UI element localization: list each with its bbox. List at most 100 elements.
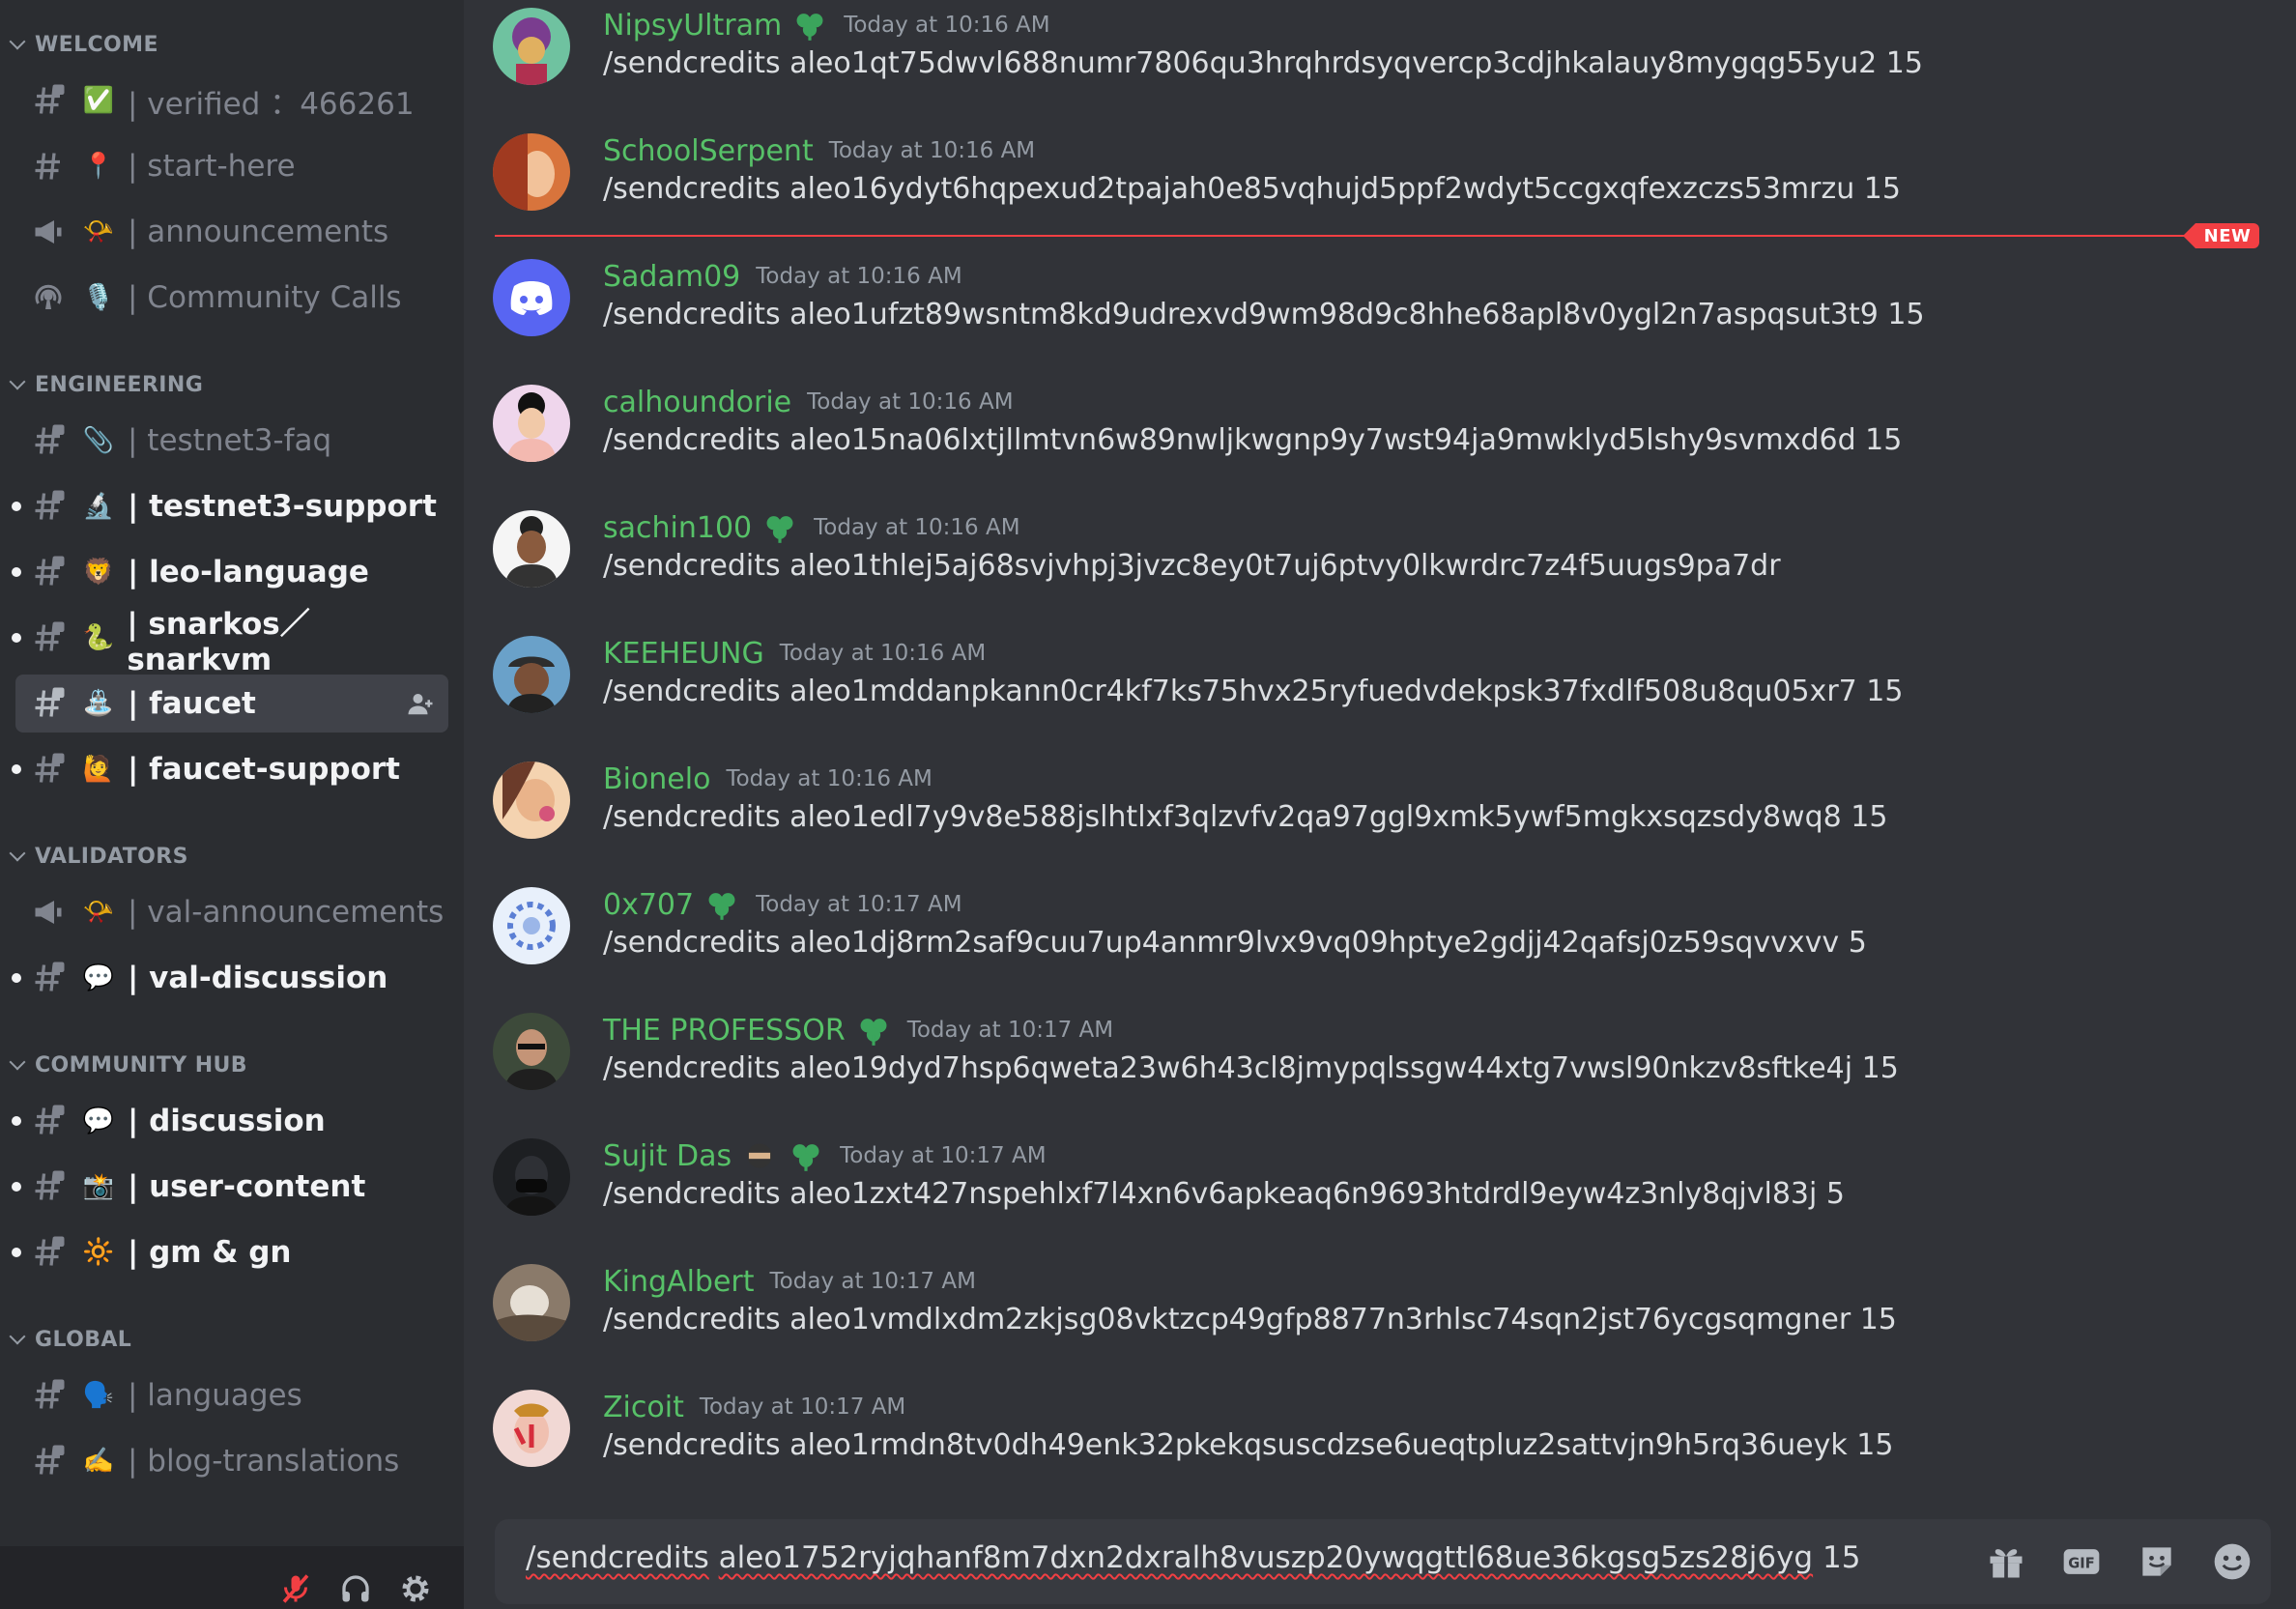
channel-label: | val-announcements <box>128 895 445 930</box>
unread-indicator <box>12 502 21 511</box>
username[interactable]: KEEHEUNG <box>603 637 764 671</box>
message-input[interactable]: /sendcredits aleo1752ryjqhanf8m7dxn2dxra… <box>526 1540 1860 1575</box>
composer-command: /sendcredits <box>526 1540 709 1575</box>
username[interactable]: Sadam09 <box>603 260 740 294</box>
channel-label: | testnet3-faq <box>128 423 332 458</box>
timestamp: Today at 10:16 AM <box>726 766 933 791</box>
channel-label: | discussion <box>128 1104 326 1138</box>
message: KingAlbert Today at 10:17 AM /sendcredits… <box>493 1256 2271 1376</box>
username[interactable]: sachin100 <box>603 511 752 545</box>
category-engineering[interactable]: ENGINEERING <box>9 365 203 404</box>
avatar[interactable] <box>493 1264 570 1341</box>
channel-leo-language[interactable]: 🦁 | leo-language <box>12 543 448 601</box>
user-panel <box>0 1546 464 1609</box>
category-global[interactable]: GLOBAL <box>9 1320 131 1359</box>
avatar[interactable] <box>493 8 570 85</box>
message-text: /sendcredits aleo1dj8rm2saf9cuu7up4anmr9… <box>603 926 1867 960</box>
avatar[interactable] <box>493 510 570 588</box>
avatar[interactable] <box>493 1138 570 1216</box>
chevron-down-icon <box>9 33 26 50</box>
channel-user-content[interactable]: 📸 | user-content <box>12 1158 448 1216</box>
channel-verified[interactable]: ✅ | verified ：466261 <box>15 72 448 129</box>
timestamp: Today at 10:16 AM <box>844 13 1050 38</box>
hashtag-lock-icon <box>31 1102 66 1140</box>
avatar[interactable] <box>493 1013 570 1090</box>
username[interactable]: Zicoit <box>603 1391 684 1424</box>
channel-faucet[interactable]: ⛲ | faucet <box>15 675 448 733</box>
composer-amount: 15 <box>1822 1540 1861 1575</box>
channel-label: | user-content <box>128 1169 366 1204</box>
unread-indicator <box>12 1248 21 1257</box>
channel-label: | blog-translations <box>128 1444 400 1479</box>
unread-indicator <box>12 567 21 577</box>
channel-label: | start-here <box>128 149 296 184</box>
channel-community-calls[interactable]: 🎙️ | Community Calls <box>15 269 448 327</box>
channel-start-here[interactable]: 📍 | start-here <box>15 137 448 195</box>
channel-faucet-support[interactable]: 🙋 | faucet-support <box>12 740 448 798</box>
avatar[interactable] <box>493 887 570 964</box>
avatar[interactable] <box>493 259 570 336</box>
hashtag-lock-icon <box>31 750 66 789</box>
username[interactable]: KingAlbert <box>603 1265 755 1299</box>
avatar[interactable] <box>493 385 570 462</box>
chevron-down-icon <box>9 845 26 862</box>
avatar[interactable] <box>493 761 570 839</box>
message: 0x707 Today at 10:17 AM /sendcredits aleo… <box>493 879 2271 999</box>
muted-mic-icon[interactable] <box>278 1571 313 1606</box>
username[interactable]: NipsyUltram <box>603 9 782 43</box>
channel-testnet3-faq[interactable]: 📎 | testnet3-faq <box>15 412 448 470</box>
channel-snarkos-snarkvm[interactable]: 🐍 | snarkos／snarkvm <box>12 607 448 677</box>
gif-icon[interactable]: GIF <box>2060 1540 2103 1583</box>
message: Sujit Das Today at 10:17 AM /sendcredits … <box>493 1131 2271 1250</box>
gift-icon[interactable] <box>1985 1540 2027 1583</box>
username[interactable]: Sujit Das <box>603 1139 732 1173</box>
category-community-hub[interactable]: COMMUNITY HUB <box>9 1046 247 1084</box>
category-validators[interactable]: VALIDATORS <box>9 837 188 876</box>
message-composer[interactable]: /sendcredits aleo1752ryjqhanf8m7dxn2dxra… <box>495 1519 2271 1604</box>
message: KEEHEUNG Today at 10:16 AM /sendcredits a… <box>493 628 2271 748</box>
channel-label: | faucet <box>128 686 256 721</box>
hashtag-lock-icon <box>31 618 66 657</box>
timestamp: Today at 10:17 AM <box>840 1143 1047 1168</box>
clover-badge-icon <box>796 14 823 41</box>
channel-val-announcements[interactable]: 📯 | val-announcements <box>15 883 448 941</box>
channel-gm-gn[interactable]: 🔆 | gm & gn <box>12 1223 448 1281</box>
unread-indicator <box>12 633 21 643</box>
timestamp: Today at 10:17 AM <box>756 892 962 917</box>
settings-gear-icon[interactable] <box>398 1571 433 1606</box>
avatar[interactable] <box>493 636 570 713</box>
add-member-icon[interactable] <box>406 689 435 718</box>
sticker-icon[interactable] <box>2136 1540 2178 1583</box>
emoji-picker-icon[interactable] <box>2211 1540 2253 1583</box>
channel-testnet3-support[interactable]: 🔬 | testnet3-support <box>12 477 448 535</box>
avatar[interactable] <box>493 1390 570 1467</box>
message: Sadam09 Today at 10:16 AM /sendcredits al… <box>493 251 2271 371</box>
username[interactable]: THE PROFESSOR <box>603 1014 846 1048</box>
channel-blog-translations[interactable]: ✍️ | blog-translations <box>15 1432 448 1490</box>
message: NipsyUltram Today at 10:16 AM /sendcredit… <box>493 0 2271 120</box>
ninja-emoji-icon <box>747 1143 772 1168</box>
message: SchoolSerpent Today at 10:16 AM /sendcred… <box>493 126 2271 245</box>
username[interactable]: SchoolSerpent <box>603 134 814 168</box>
channel-languages[interactable]: 🗣️ | languages <box>15 1366 448 1424</box>
channel-label: | gm & gn <box>128 1235 292 1270</box>
username[interactable]: 0x707 <box>603 888 694 922</box>
timestamp: Today at 10:17 AM <box>906 1018 1114 1043</box>
timestamp: Today at 10:16 AM <box>807 389 1014 415</box>
channel-discussion[interactable]: 💬 | discussion <box>12 1092 448 1150</box>
timestamp: Today at 10:16 AM <box>828 138 1036 163</box>
message-text: /sendcredits aleo15na06lxtjllmtvn6w89nwl… <box>603 423 1903 457</box>
channel-label: | verified ：466261 <box>128 86 415 122</box>
message-text: /sendcredits aleo1edl7y9v8e588jslhtlxf3q… <box>603 800 1888 834</box>
avatar[interactable] <box>493 133 570 211</box>
channel-announcements[interactable]: 📯 | announcements <box>15 203 448 261</box>
hashtag-lock-icon <box>31 487 66 526</box>
username[interactable]: Bionelo <box>603 762 710 796</box>
channel-sidebar: WELCOME ✅ | verified ：466261 📍 | start-h… <box>0 0 464 1609</box>
channel-val-discussion[interactable]: 💬 | val-discussion <box>12 949 448 1007</box>
username[interactable]: calhoundorie <box>603 386 791 419</box>
message-text: /sendcredits aleo19dyd7hsp6qweta23w6h43c… <box>603 1051 1899 1085</box>
headphones-icon[interactable] <box>338 1571 373 1606</box>
timestamp: Today at 10:16 AM <box>756 264 962 289</box>
category-welcome[interactable]: WELCOME <box>9 25 158 64</box>
